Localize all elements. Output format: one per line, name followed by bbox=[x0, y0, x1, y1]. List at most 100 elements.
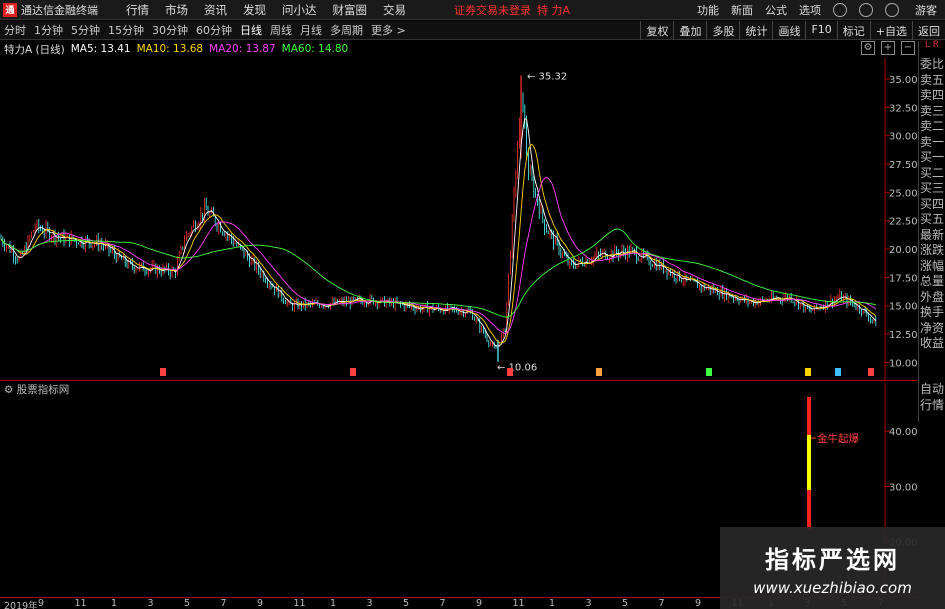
period-1min[interactable]: 1分钟 bbox=[30, 22, 67, 38]
panel-switch[interactable]: L R bbox=[919, 41, 945, 57]
side-item[interactable]: 委比 bbox=[919, 57, 945, 73]
y-tick-label: 35.00 bbox=[889, 75, 918, 86]
candles bbox=[0, 90, 877, 351]
app-logo-icon: 通 bbox=[3, 2, 17, 17]
menu-formula[interactable]: 公式 bbox=[759, 2, 793, 18]
event-marker-icon[interactable] bbox=[160, 368, 166, 376]
x-tick-label: 9 bbox=[38, 598, 45, 609]
side-item[interactable]: 总量 bbox=[919, 274, 945, 290]
y-tick-label: 22.50 bbox=[889, 217, 918, 228]
account-icon[interactable] bbox=[885, 3, 899, 17]
period-daily[interactable]: 日线 bbox=[236, 22, 266, 38]
x-tick-label: 11 bbox=[293, 598, 306, 609]
y-tick-label: 20.00 bbox=[889, 245, 918, 256]
ma5-label: MA5: 13.41 bbox=[70, 43, 131, 55]
watermark: 指标严选网 www.xuezhibiao.com bbox=[720, 527, 945, 609]
side-item[interactable]: 买三 bbox=[919, 181, 945, 197]
side-item[interactable]: 买四 bbox=[919, 197, 945, 213]
menu-options[interactable]: 选项 bbox=[793, 2, 827, 18]
signal-bar-yellow bbox=[807, 435, 811, 490]
side-item[interactable]: 买一 bbox=[919, 150, 945, 166]
side-item[interactable]: 卖五 bbox=[919, 73, 945, 89]
menu-discover[interactable]: 发现 bbox=[235, 2, 274, 18]
x-tick-label: 5 bbox=[184, 598, 191, 609]
side-item[interactable]: 卖二 bbox=[919, 119, 945, 135]
quote-button[interactable]: 行情 bbox=[919, 398, 945, 414]
chart-info-line: 特力A (日线) MA5: 13.41 MA10: 13.68 MA20: 13… bbox=[0, 41, 354, 57]
message-icon[interactable] bbox=[859, 3, 873, 17]
login-notice[interactable]: 证券交易未登录 bbox=[454, 2, 531, 18]
add-favorite-button[interactable]: +自选 bbox=[869, 21, 912, 40]
side-item[interactable]: 卖一 bbox=[919, 135, 945, 151]
auto-button[interactable]: 自动 bbox=[919, 382, 945, 398]
guest-label[interactable]: 游客 bbox=[915, 2, 937, 18]
event-marker-icon[interactable] bbox=[596, 368, 602, 376]
panel-divider[interactable] bbox=[0, 380, 918, 381]
side-item[interactable]: 涨跌 bbox=[919, 243, 945, 259]
quote-side-panel: L R 委比 卖五 卖四 卖三 卖二 卖一 买一 买二 买三 买四 买五 最新 涨跌 涨幅 总量 外盘 换手 净资… bbox=[918, 41, 945, 381]
menu-news[interactable]: 资讯 bbox=[196, 2, 235, 18]
f10-button[interactable]: F10 bbox=[805, 21, 836, 40]
menu-market[interactable]: 市场 bbox=[157, 2, 196, 18]
service-icon[interactable] bbox=[833, 3, 847, 17]
event-marker-icon[interactable] bbox=[706, 368, 712, 376]
side-item[interactable]: 外盘 bbox=[919, 290, 945, 306]
y-tick-label: 15.00 bbox=[889, 302, 918, 313]
period-multi[interactable]: 多周期 bbox=[326, 22, 367, 38]
event-marker-icon[interactable] bbox=[507, 368, 513, 376]
period-weekly[interactable]: 周线 bbox=[266, 22, 296, 38]
max-price-label: ← 35.32 bbox=[527, 71, 567, 82]
x-tick-label: 11 bbox=[512, 598, 525, 609]
menu-quotes[interactable]: 行情 bbox=[118, 2, 157, 18]
x-tick-label: 1 bbox=[330, 598, 337, 609]
period-5min[interactable]: 5分钟 bbox=[67, 22, 104, 38]
restore-rights-button[interactable]: 复权 bbox=[640, 21, 673, 40]
candlestick-chart[interactable]: 35.00 32.50 30.00 27.50 25.00 22.50 20.00 17.50… bbox=[0, 58, 918, 380]
event-marker-icon[interactable] bbox=[868, 368, 874, 376]
side-item[interactable]: 换手 bbox=[919, 305, 945, 321]
ma20-label: MA20: 13.87 bbox=[209, 43, 276, 55]
signal-bar-red bbox=[807, 397, 811, 435]
zoom-out-icon[interactable]: − bbox=[901, 41, 915, 55]
menu-wealth[interactable]: 财富圈 bbox=[325, 2, 376, 18]
menu-new-page[interactable]: 新面 bbox=[725, 2, 759, 18]
menu-ask[interactable]: 问小达 bbox=[274, 2, 325, 18]
period-15min[interactable]: 15分钟 bbox=[104, 22, 148, 38]
draw-line-button[interactable]: 画线 bbox=[772, 21, 805, 40]
settings-icon[interactable]: ⚙ bbox=[861, 41, 875, 55]
event-marker-icon[interactable] bbox=[350, 368, 356, 376]
x-tick-label: 1 bbox=[111, 598, 118, 609]
overlay-button[interactable]: 叠加 bbox=[673, 21, 706, 40]
side-item[interactable]: 买五 bbox=[919, 212, 945, 228]
event-marker-icon[interactable] bbox=[835, 368, 841, 376]
x-tick-label: 3 bbox=[366, 598, 373, 609]
watermark-url: www.xuezhibiao.com bbox=[753, 578, 912, 597]
period-timeshare[interactable]: 分时 bbox=[0, 22, 30, 38]
side-item[interactable]: 买二 bbox=[919, 166, 945, 182]
y-tick-label: 12.50 bbox=[889, 330, 918, 341]
statistics-button[interactable]: 统计 bbox=[739, 21, 772, 40]
period-30min[interactable]: 30分钟 bbox=[148, 22, 192, 38]
side-item[interactable]: 收益 bbox=[919, 336, 945, 352]
chart-stock-name: 特力A (日线) bbox=[4, 43, 65, 56]
x-tick-label: 9 bbox=[257, 598, 264, 609]
period-monthly[interactable]: 月线 bbox=[296, 22, 326, 38]
side-item[interactable]: 涨幅 bbox=[919, 259, 945, 275]
side-item[interactable]: 最新 bbox=[919, 228, 945, 244]
period-more[interactable]: 更多 > bbox=[367, 22, 410, 38]
side-item[interactable]: 卖三 bbox=[919, 104, 945, 120]
side-item[interactable]: 卖四 bbox=[919, 88, 945, 104]
menu-trade[interactable]: 交易 bbox=[375, 2, 414, 18]
zoom-in-icon[interactable]: + bbox=[881, 41, 895, 55]
menu-function[interactable]: 功能 bbox=[691, 2, 725, 18]
period-60min[interactable]: 60分钟 bbox=[192, 22, 236, 38]
multi-stock-button[interactable]: 多股 bbox=[706, 21, 739, 40]
event-marker-icon[interactable] bbox=[805, 368, 811, 376]
back-button[interactable]: 返回 bbox=[912, 21, 945, 40]
side-item[interactable]: 净资 bbox=[919, 321, 945, 337]
app-name: 通达信金融终端 bbox=[21, 3, 98, 17]
ma5-line bbox=[0, 117, 877, 347]
x-tick-label: 9 bbox=[695, 598, 702, 609]
signal-label: 金牛起爆 bbox=[817, 432, 859, 445]
mark-button[interactable]: 标记 bbox=[836, 21, 870, 40]
